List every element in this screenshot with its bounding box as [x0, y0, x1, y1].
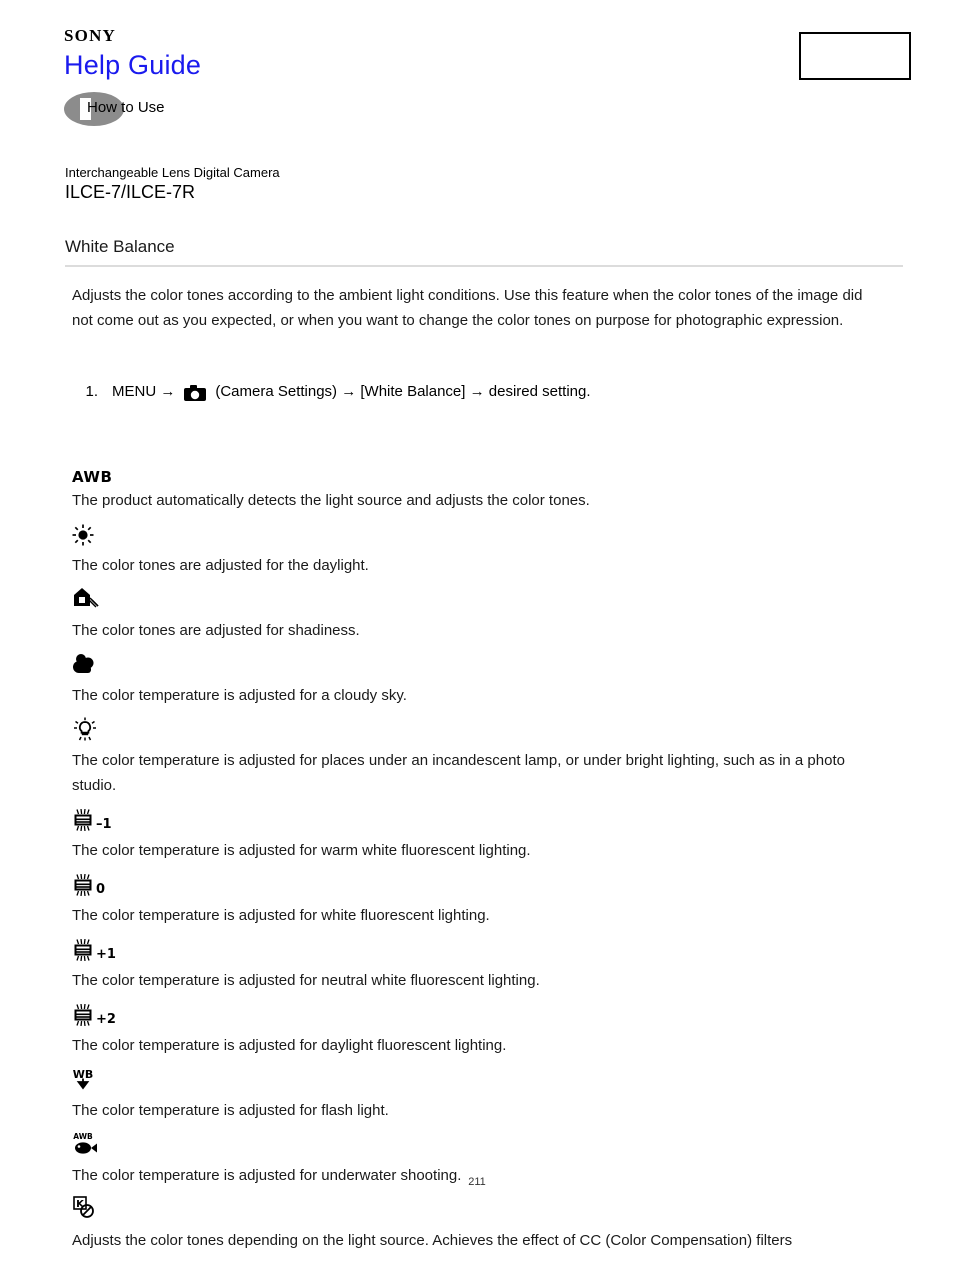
fluorescent-icon	[72, 873, 94, 901]
header-empty-box[interactable]	[799, 32, 911, 80]
fluorescent-icon	[72, 1003, 94, 1031]
wb-option-description: The color temperature is adjusted for wa…	[72, 842, 531, 859]
wb-icon-row	[72, 524, 902, 551]
cloudy-icon	[72, 653, 98, 681]
svg-text:K: K	[76, 1199, 85, 1210]
wb-option-description: The product automatically detects the li…	[72, 492, 590, 509]
page-header: SONY Help Guide How to Use	[0, 0, 954, 150]
wb-option-cloudy: The color temperature is adjusted for a …	[72, 653, 902, 708]
sony-logo: SONY	[64, 26, 117, 45]
wb-icon-row: +1	[72, 938, 902, 966]
wb-icon-row	[72, 653, 902, 681]
fluorescent-icon	[72, 808, 94, 836]
product-model: ILCE-7/ILCE-7R	[65, 182, 196, 202]
fluorescent-suffix: 0	[96, 882, 106, 897]
svg-text:AWB: AWB	[73, 1132, 93, 1141]
wb-icon-row: AWB	[72, 460, 902, 486]
wb-option-fluorescent-daylight: +2 The color temperature is adjusted for…	[72, 1003, 902, 1058]
help-guide-title: Help Guide	[64, 50, 202, 80]
wb-option-description: Adjusts the color tones depending on the…	[72, 1232, 793, 1249]
wb-icon-row: WB	[72, 1067, 902, 1096]
wb-option-description: The color temperature is adjusted for a …	[72, 687, 407, 704]
intro-paragraph: Adjusts the color tones according to the…	[72, 287, 863, 329]
wb-icon-row	[72, 717, 902, 746]
product-category: Interchangeable Lens Digital Camera	[65, 165, 280, 180]
wb-option-daylight: The color tones are adjusted for the day…	[72, 524, 902, 578]
wb-icon-row: 0	[72, 873, 902, 901]
wb-icon-row: –1	[72, 808, 902, 836]
incandescent-lamp-icon	[72, 717, 98, 746]
wb-icon-row: K	[72, 1196, 902, 1226]
how-to-use-label: How to Use	[87, 99, 165, 116]
awb-text-icon: AWB	[72, 468, 113, 486]
page-title: White Balance	[65, 237, 175, 256]
wb-option-fluorescent-warm-white: –1 The color temperature is adjusted for…	[72, 808, 902, 863]
flash-wb-icon: WB	[72, 1067, 94, 1096]
wb-icon-row: +2	[72, 1003, 902, 1031]
camera-icon	[184, 384, 207, 401]
steps-list: 1. MENU → (Camera Settings) → [White Bal…	[72, 380, 902, 404]
wb-option-fluorescent-neutral-white: +1 The color temperature is adjusted for…	[72, 938, 902, 993]
fluorescent-suffix: –1	[96, 817, 112, 832]
fluorescent-icon	[72, 938, 94, 966]
wb-icon-row	[72, 587, 902, 616]
fluorescent-suffix: +2	[96, 1012, 116, 1027]
step-number: 1.	[85, 383, 98, 400]
wb-option-description: The color temperature is adjusted for ne…	[72, 972, 540, 989]
wb-option-fluorescent-white: 0 The color temperature is adjusted for …	[72, 873, 902, 928]
wb-option-awb: AWB The product automatically detects th…	[72, 460, 902, 513]
wb-option-description: The color temperature is adjusted for wh…	[72, 907, 490, 924]
step-text-before: MENU →	[112, 383, 176, 400]
wb-icon-row: AWB	[72, 1132, 902, 1161]
wb-option-incandescent: The color temperature is adjusted for pl…	[72, 717, 902, 798]
color-temp-filter-icon: K	[72, 1195, 98, 1226]
wb-option-description: The color tones are adjusted for shadine…	[72, 622, 360, 639]
white-balance-options: AWB The product automatically detects th…	[72, 460, 902, 1265]
daylight-sun-icon	[72, 524, 94, 551]
wb-option-description: The color temperature is adjusted for fl…	[72, 1102, 389, 1119]
shade-house-icon	[72, 587, 100, 616]
wb-option-shade: The color tones are adjusted for shadine…	[72, 587, 902, 643]
page-number: 211	[468, 1176, 486, 1188]
list-item: 1. MENU → (Camera Settings) → [White Bal…	[72, 380, 902, 404]
underwater-fish-icon: AWB	[72, 1130, 100, 1161]
fluorescent-suffix: +1	[96, 947, 116, 962]
wb-option-flash: WB The color temperature is adjusted for…	[72, 1067, 902, 1123]
wb-option-description: The color temperature is adjusted for da…	[72, 1037, 507, 1054]
wb-option-color-temperature-filter: K Adjusts the color tones depending on t…	[72, 1196, 902, 1253]
step-text-after: (Camera Settings) → [White Balance] → de…	[215, 383, 591, 400]
wb-option-description: The color temperature is adjusted for pl…	[72, 752, 845, 794]
title-divider	[65, 265, 903, 267]
wb-option-description: The color tones are adjusted for the day…	[72, 557, 369, 574]
